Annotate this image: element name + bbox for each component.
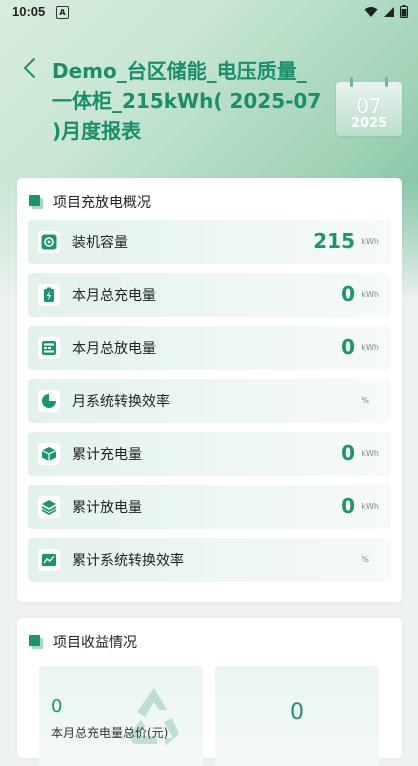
income-tile-charge-price: 0 本月总充电量总价(元)	[39, 666, 203, 766]
layers-icon	[38, 496, 60, 518]
status-time: 10:05	[12, 4, 46, 19]
stat-row-total-charge: 累计充电量 0 kWh	[28, 432, 391, 476]
date-year: 2025	[350, 116, 388, 131]
stat-unit: kWh	[361, 290, 379, 299]
income-caption: 本月总充电量总价(元)	[51, 726, 169, 740]
income-value: 0	[290, 700, 304, 725]
stat-row-total-discharge: 累计放电量 0 kWh	[28, 485, 391, 529]
battery-icon	[400, 5, 408, 18]
stat-row-month-efficiency: 月系统转换效率 %	[28, 379, 391, 423]
status-bar: 10:05 A	[0, 0, 418, 26]
stat-unit: kWh	[361, 237, 379, 246]
wifi-icon	[364, 6, 378, 17]
income-section-header: 项目收益情况	[29, 632, 137, 652]
stat-label: 累计放电量	[72, 500, 142, 516]
stat-label: 本月总放电量	[72, 341, 156, 357]
overview-section-title: 项目充放电概况	[53, 195, 151, 211]
stat-label: 累计系统转换效率	[72, 553, 184, 569]
stat-label: 累计充电量	[72, 447, 142, 463]
stat-unit: %	[361, 396, 369, 405]
gear-icon	[38, 231, 60, 253]
section-square-icon	[29, 195, 43, 209]
stat-value: 0	[341, 441, 355, 465]
stat-row-month-charge: 本月总充电量 0 kWh	[28, 273, 391, 317]
stat-label: 月系统转换效率	[72, 394, 170, 410]
page-title: Demo_台区储能_电压质量_一体柜_215kWh( 2025-07 )月度报表	[52, 59, 322, 143]
stat-row-month-discharge: 本月总放电量 0 kWh	[28, 326, 391, 370]
discharge-icon	[38, 337, 60, 359]
overview-section-header: 项目充放电概况	[29, 192, 151, 212]
stat-unit: kWh	[361, 449, 379, 458]
back-arrow-icon[interactable]	[20, 56, 40, 80]
stat-value: 0	[341, 335, 355, 359]
stat-value: 0	[341, 494, 355, 518]
stat-row-capacity: 装机容量 215 kWh	[28, 220, 391, 264]
recycle-icon	[129, 688, 179, 746]
stat-unit: kWh	[361, 343, 379, 352]
signal-icon	[384, 6, 394, 17]
pie-chart-icon	[38, 390, 60, 412]
income-tile-second: 0	[215, 666, 379, 766]
stat-row-total-efficiency: 累计系统转换效率 %	[28, 538, 391, 582]
income-value: 0	[51, 696, 63, 717]
overview-card: 项目充放电概况 装机容量 215 kWh 本月总充电量 0 kWh 本月总放电量…	[17, 178, 402, 602]
stat-label: 本月总充电量	[72, 288, 156, 304]
stat-label: 装机容量	[72, 235, 128, 251]
section-square-icon	[29, 635, 43, 649]
calendar-date-badge: 07 2025	[336, 77, 402, 136]
income-section-title: 项目收益情况	[53, 635, 137, 651]
stat-value: 0	[341, 282, 355, 306]
stat-unit: %	[361, 555, 369, 564]
income-card: 项目收益情况 0 本月总充电量总价(元) 0	[17, 618, 402, 766]
date-month: 07	[356, 94, 382, 118]
cube-icon	[38, 443, 60, 465]
stat-value: 215	[313, 229, 355, 253]
notification-a-icon: A	[56, 6, 69, 19]
trend-chart-icon	[38, 549, 60, 571]
battery-charge-icon	[38, 284, 60, 306]
stat-unit: kWh	[361, 502, 379, 511]
